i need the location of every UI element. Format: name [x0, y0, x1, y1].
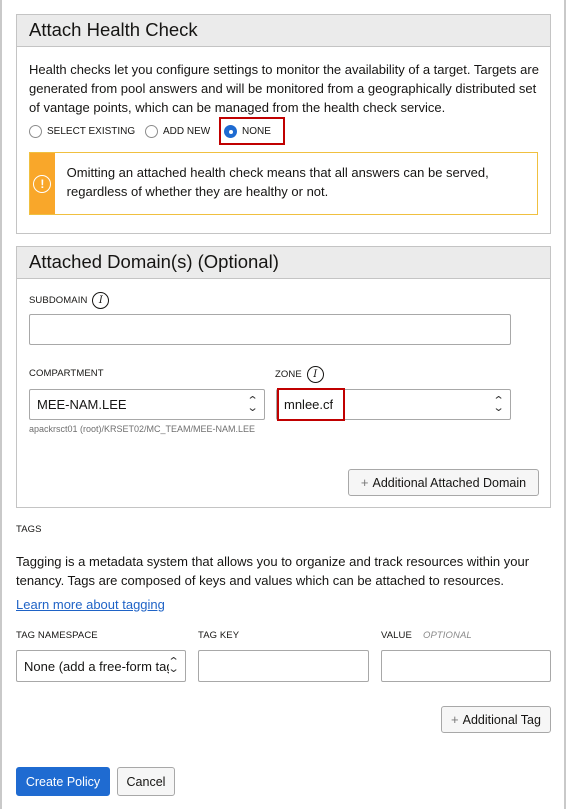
- plus-icon: +: [360, 475, 369, 490]
- attached-domains-panel: Attached Domain(s) (Optional) SUBDOMAIN …: [16, 246, 551, 508]
- add-tag-button[interactable]: + Additional Tag: [441, 706, 551, 733]
- alert-message: Omitting an attached health check means …: [66, 165, 489, 199]
- health-check-description: Health checks let you configure settings…: [29, 62, 539, 115]
- tag-namespace-label: TAG NAMESPACE: [16, 630, 98, 641]
- highlight-box-zone: [277, 388, 345, 421]
- alert-side-bar: !: [30, 153, 55, 214]
- tag-key-label: TAG KEY: [198, 630, 240, 641]
- compartment-path: apackrsct01 (root)/KRSET02/MC_TEAM/MEE-N…: [29, 424, 256, 434]
- left-frame-border: [0, 0, 2, 809]
- chevron-up-down-icon: ⌃ ⌄: [167, 656, 180, 675]
- tag-namespace-select[interactable]: None (add a free-form tag) ⌃ ⌄: [16, 650, 186, 682]
- chevron-up-down-icon: ⌃ ⌄: [492, 394, 505, 414]
- radio-select-existing[interactable]: SELECT EXISTING: [29, 125, 135, 138]
- subdomain-label: SUBDOMAIN i: [29, 292, 110, 309]
- attached-domains-title: Attached Domain(s) (Optional): [17, 247, 550, 279]
- add-attached-domain-button[interactable]: + Additional Attached Domain: [348, 469, 539, 496]
- info-icon[interactable]: i: [92, 292, 110, 309]
- tag-key-input[interactable]: [198, 650, 369, 682]
- learn-more-tagging-link[interactable]: Learn more about tagging: [16, 597, 165, 612]
- compartment-label: COMPARTMENT: [29, 368, 104, 379]
- tag-value-label: VALUE OPTIONAL: [381, 630, 472, 641]
- health-check-panel: Attach Health Check Health checks let yo…: [16, 14, 551, 234]
- compartment-select[interactable]: MEE-NAM.LEE ⌃ ⌄: [29, 389, 265, 420]
- info-icon[interactable]: i: [306, 366, 324, 383]
- tag-value-input[interactable]: [381, 650, 551, 682]
- optional-hint: OPTIONAL: [422, 630, 472, 641]
- radio-circle-icon: [145, 125, 158, 138]
- radio-add-new[interactable]: ADD NEW: [145, 125, 210, 138]
- plus-icon: +: [451, 712, 459, 727]
- subdomain-input[interactable]: [29, 314, 511, 345]
- radio-circle-icon: [29, 125, 42, 138]
- tags-description: Tagging is a metadata system that allows…: [16, 554, 530, 588]
- zone-label: ZONE i: [275, 366, 324, 383]
- tags-heading: TAGS: [16, 524, 42, 535]
- health-check-alert: ! Omitting an attached health check mean…: [29, 152, 538, 215]
- cancel-button[interactable]: Cancel: [117, 767, 175, 796]
- create-policy-button[interactable]: Create Policy: [16, 767, 110, 796]
- highlight-box-none: [219, 117, 285, 145]
- health-check-title: Attach Health Check: [17, 15, 550, 47]
- chevron-up-down-icon: ⌃ ⌄: [246, 394, 259, 414]
- warning-icon: !: [33, 174, 52, 193]
